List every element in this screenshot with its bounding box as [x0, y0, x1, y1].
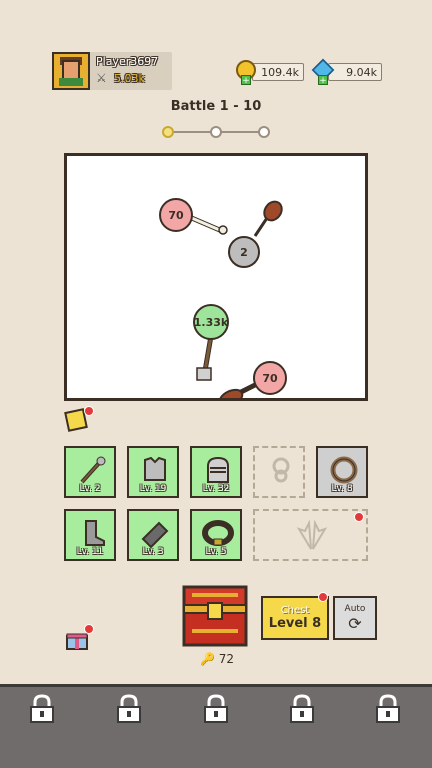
slot-level: Lv. 8 — [331, 484, 353, 494]
lock-icon[interactable] — [202, 693, 230, 723]
slot-level: Lv. 5 — [205, 547, 227, 557]
amulet-icon — [272, 457, 290, 483]
equip-slot-gloves[interactable]: Lv. 3 — [127, 509, 179, 561]
chest-icon — [182, 585, 248, 647]
auto-label: Auto — [344, 603, 366, 614]
notification-dot — [318, 592, 328, 602]
equip-slot-amulet-empty[interactable] — [253, 446, 305, 498]
auto-button[interactable]: Auto ⟳ — [333, 596, 377, 640]
gem-counter[interactable]: 9.04k — [328, 63, 382, 81]
arena-weapons — [186, 200, 283, 398]
slot-level: Lv. 2 — [79, 484, 101, 494]
gift-icon[interactable] — [66, 630, 88, 650]
battle-title: Battle 1 - 10 — [170, 99, 262, 114]
add-gold-icon[interactable]: + — [241, 75, 251, 86]
notification-dot — [84, 406, 94, 416]
treasure-chest[interactable] — [182, 585, 248, 647]
add-gems-icon[interactable]: + — [318, 75, 328, 86]
equip-slot-helmet[interactable]: Lv. 32 — [190, 446, 242, 498]
key-amount: 72 — [218, 652, 235, 666]
chest-button-label: Chest — [280, 605, 310, 616]
gold-counter[interactable]: 109.4k — [252, 63, 304, 81]
boots-icon — [85, 520, 105, 546]
crossed-swords-icon: ⚔ — [96, 71, 107, 85]
slot-level: Lv. 3 — [142, 547, 164, 557]
enemy-ball: 70 — [253, 361, 287, 395]
player-avatar[interactable] — [52, 52, 90, 90]
belt-icon — [202, 520, 234, 546]
chest-level-label: Level 8 — [268, 616, 322, 631]
enemy-ball: 70 — [159, 198, 193, 232]
gem-amount: 9.04k — [346, 65, 377, 79]
refresh-icon: ⟳ — [348, 613, 362, 633]
key-count: 🔑 72 — [200, 652, 234, 666]
gold-amount: 109.4k — [261, 65, 299, 79]
player-power: 5.03k — [114, 72, 145, 85]
equip-slot-boots[interactable]: Lv. 11 — [64, 509, 116, 561]
equip-slot-weapon[interactable]: Lv. 2 — [64, 446, 116, 498]
lock-icon[interactable] — [374, 693, 402, 723]
lock-icon[interactable] — [288, 693, 316, 723]
equip-slot-armor[interactable]: Lv. 19 — [127, 446, 179, 498]
player-ball: 1.33k — [193, 304, 229, 340]
chest-armor-icon — [144, 456, 166, 481]
notification-dot — [84, 624, 94, 634]
equip-slot-wings-empty[interactable] — [253, 509, 368, 561]
wings-icon — [296, 519, 328, 550]
key-icon: 🔑 — [200, 652, 215, 666]
lock-icon[interactable] — [115, 693, 143, 723]
stage-dot — [258, 126, 270, 138]
chest-level-button[interactable]: Chest Level 8 — [261, 596, 329, 640]
ring-icon — [330, 456, 358, 484]
slot-level: Lv. 19 — [139, 484, 167, 494]
knight-helmet-icon — [207, 456, 229, 483]
stage-dot — [210, 126, 222, 138]
battle-arena[interactable]: 70 2 1.33k 70 — [64, 153, 368, 401]
neutral-ball: 2 — [228, 236, 260, 268]
equip-slot-ring[interactable]: Lv. 8 — [316, 446, 368, 498]
lock-icon[interactable] — [28, 693, 56, 723]
spear-icon — [80, 456, 106, 484]
slot-level: Lv. 32 — [202, 484, 230, 494]
equip-slot-belt[interactable]: Lv. 5 — [190, 509, 242, 561]
notification-dot — [354, 512, 364, 522]
slot-level: Lv. 11 — [76, 547, 104, 557]
stage-dot-current — [162, 126, 174, 138]
gauntlet-icon — [141, 521, 169, 549]
player-name: Player3697 — [96, 55, 159, 68]
